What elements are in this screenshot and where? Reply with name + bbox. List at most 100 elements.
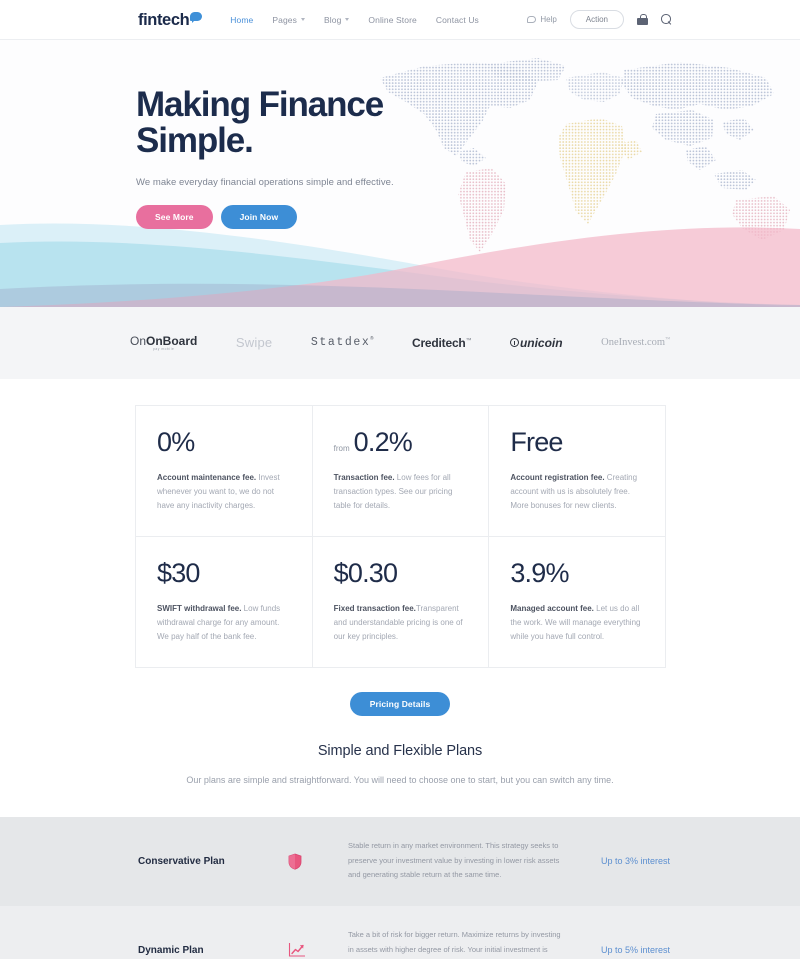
plans-section-subtitle-text: Our plans are simple and straightforward… [186, 775, 614, 785]
hero-content: Making Finance Simple. We make everyday … [0, 40, 800, 230]
chat-icon [527, 16, 537, 23]
nav-item-online-store[interactable]: Online Store [368, 15, 416, 25]
plans-section-header: Simple and Flexible Plans Our plans are … [0, 743, 800, 789]
pricing-card-lead: Managed account fee. [510, 604, 594, 613]
plan-description: Take a bit of risk for bigger return. Ma… [348, 930, 561, 954]
pricing-card: Free Account registration fee. Creating … [488, 405, 666, 537]
pricing-card-text: Fixed transaction fee.Transparent and un… [334, 602, 468, 644]
pricing-card: from 0.2% Transaction fee. Low fees for … [311, 405, 490, 537]
partner-logo-creditech[interactable]: Creditech™ [412, 335, 472, 350]
partner-logos-strip: OnOnBoard pay mobile Swipe Statdex® Cred… [0, 307, 800, 379]
pricing-card-lead: Transaction fee. [333, 473, 395, 482]
registered-mark-icon: ® [370, 336, 374, 343]
plans-section-subtitle: Our plans are simple and straightforward… [0, 772, 800, 789]
nav-item-pages[interactable]: Pages [272, 15, 305, 25]
pricing-card-value-wrap: $30 [157, 560, 291, 587]
pricing-card-value-wrap: $0.30 [334, 560, 468, 587]
pricing-card-lead: Account registration fee. [510, 473, 605, 482]
site-logo[interactable]: fintech [138, 10, 203, 29]
plan-row[interactable]: Dynamic Plan Take a bit of risk for bigg… [0, 905, 800, 959]
nav-item-online-store-label: Online Store [368, 14, 417, 25]
plan-name: Dynamic Plan [138, 944, 204, 956]
partner-logo-onboard[interactable]: OnOnBoard pay mobile [130, 335, 197, 352]
pricing-card-lead: Account maintenance fee. [157, 473, 257, 482]
pricing-card-value-wrap: 0% [157, 429, 291, 456]
trademark-mark-icon: ™ [465, 337, 472, 344]
pricing-card-text: Account registration fee. Creating accou… [510, 471, 644, 513]
pricing-card-text: Account maintenance fee. Invest whenever… [157, 471, 291, 513]
join-now-button[interactable]: Join Now [220, 205, 298, 230]
partner-logo-unicoin[interactable]: unicoin [509, 335, 563, 350]
partner-logo-statdex-label: Statdex [310, 336, 371, 350]
hero-button-group: See More Join Now [136, 205, 800, 230]
hero-subtitle: We make everyday financial operations si… [136, 177, 394, 189]
help-label: Help [540, 15, 557, 24]
see-more-button[interactable]: See More [136, 205, 213, 230]
plan-name: Conservative Plan [138, 855, 225, 867]
pricing-card: 3.9% Managed account fee. Let us do all … [488, 536, 666, 668]
pricing-card: 0% Account maintenance fee. Invest whene… [135, 405, 313, 537]
nav-links: Home Pages Blog Online Store Contact Us [230, 15, 479, 25]
pricing-section: 0% Account maintenance fee. Invest whene… [0, 379, 800, 789]
pricing-card-value-wrap: Free [510, 429, 644, 456]
pricing-card-value: $30 [157, 558, 200, 588]
top-navbar: fintech Home Pages Blog Online Store Con… [0, 0, 800, 40]
shield-icon [288, 853, 302, 870]
partner-logo-oneinvest[interactable]: OneInvest.com™ [601, 337, 670, 348]
plan-interest-rate[interactable]: Up to 5% interest [601, 945, 670, 955]
pricing-card-value: 0% [157, 427, 195, 457]
plan-row[interactable]: Conservative Plan Stable return in any m… [0, 816, 800, 906]
trademark-mark-icon: ™ [665, 337, 670, 343]
partner-logo-unicoin-label: unicoin [519, 335, 563, 350]
pricing-card-lead: Fixed transaction fee. [333, 604, 416, 613]
pricing-card: $30 SWIFT withdrawal fee. Low funds with… [135, 536, 313, 668]
landing-page: fintech Home Pages Blog Online Store Con… [0, 0, 800, 959]
pricing-card-text: Managed account fee. Let us do all the w… [510, 602, 644, 644]
partner-logo-onboard-tagline: pay mobile [152, 347, 175, 352]
pricing-card-lead: SWIFT withdrawal fee. [157, 604, 242, 613]
speech-bubble-icon [190, 11, 203, 23]
search-icon[interactable] [661, 14, 672, 25]
plan-icon-wrap [288, 853, 348, 870]
pricing-card-value-wrap: from 0.2% [334, 429, 468, 456]
chevron-down-icon [300, 18, 305, 21]
pricing-cta-wrap: Pricing Details [0, 692, 800, 716]
partner-logo-onboard-bold: OnBoard [146, 333, 198, 348]
plan-interest-rate[interactable]: Up to 3% interest [601, 856, 670, 866]
partner-logo-statdex[interactable]: Statdex® [311, 336, 374, 349]
hero-title-line-2: Simple. [136, 120, 254, 160]
pricing-card-text: SWIFT withdrawal fee. Low funds withdraw… [157, 602, 291, 644]
pricing-card-value-wrap: 3.9% [510, 560, 644, 587]
chevron-down-icon [345, 18, 350, 21]
hero-title-line-1: Making Finance [136, 85, 384, 124]
pricing-card-text: Transaction fee. Low fees for all transa… [334, 471, 468, 513]
trending-up-chart-icon [288, 943, 305, 957]
logo-text: fintech [138, 10, 190, 29]
nav-item-home[interactable]: Home [230, 15, 253, 25]
pricing-card-value: $0.30 [333, 558, 398, 588]
hero-section: Making Finance Simple. We make everyday … [0, 40, 800, 307]
pricing-cards-grid: 0% Account maintenance fee. Invest whene… [135, 405, 666, 668]
nav-item-blog-label: Blog [323, 14, 342, 25]
pricing-card-value: 0.2% [353, 427, 413, 457]
nav-item-pages-label: Pages [272, 14, 297, 25]
pricing-details-button[interactable]: Pricing Details [349, 692, 451, 716]
pricing-card: $0.30 Fixed transaction fee.Transparent … [311, 536, 490, 668]
shopping-bag-icon[interactable] [637, 14, 648, 25]
action-button[interactable]: Action [569, 10, 624, 29]
partner-logo-oneinvest-label: OneInvest.com [601, 337, 666, 349]
nav-item-blog[interactable]: Blog [323, 14, 350, 25]
pricing-card-value: Free [510, 427, 563, 457]
plans-list: Conservative Plan Stable return in any m… [0, 816, 800, 959]
nav-item-contact-us[interactable]: Contact Us [436, 15, 479, 25]
partner-logo-swipe[interactable]: Swipe [236, 335, 272, 350]
hero-wave-decoration [0, 223, 800, 307]
partner-logo-creditech-label: Creditech [412, 335, 466, 350]
hero-title: Making Finance Simple. [136, 87, 800, 158]
plan-icon-wrap [288, 942, 348, 958]
pricing-card-value: 3.9% [510, 558, 569, 588]
nav-utilities: Help Action [527, 10, 672, 29]
plan-description: Stable return in any market environment.… [348, 841, 560, 880]
nav-item-home-label: Home [230, 14, 254, 25]
help-link[interactable]: Help [527, 15, 557, 24]
